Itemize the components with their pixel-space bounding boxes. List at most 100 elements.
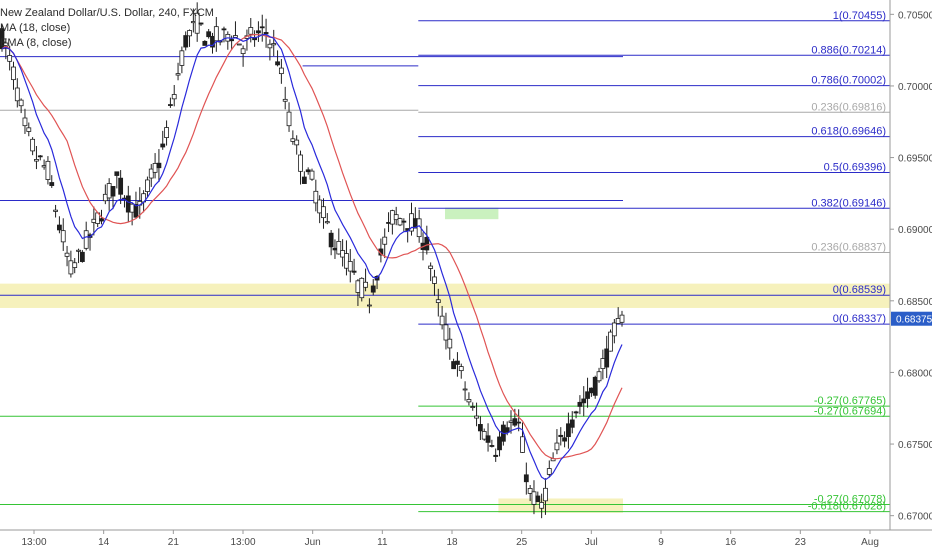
candle-body <box>432 276 437 284</box>
candle-body <box>233 35 238 38</box>
candle-body <box>546 468 552 475</box>
fib-label: 0.382(0.69146) <box>811 197 886 209</box>
x-tick-label: 14 <box>98 537 110 548</box>
zone-yellow <box>0 283 890 308</box>
candle-body <box>435 299 441 303</box>
candle-body <box>447 338 453 349</box>
candle-body <box>171 94 177 100</box>
fib-label: -0.27(0.67694) <box>814 405 886 417</box>
y-tick-label: 0.67000 <box>898 512 932 523</box>
x-tick-label: 23 <box>795 537 807 548</box>
price-chart[interactable]: 1.1(0.70667)0.382(0.70606)1(0.70455)0.88… <box>0 0 932 550</box>
candle-body <box>290 138 296 142</box>
candle-body <box>114 171 120 176</box>
chart-panel[interactable]: 1.1(0.70667)0.382(0.70606)1(0.70455)0.88… <box>0 0 932 550</box>
candle-body <box>53 209 58 212</box>
candle-body <box>512 418 518 426</box>
candle-body <box>309 170 315 180</box>
candle-body <box>569 419 575 428</box>
candle-body <box>562 437 567 442</box>
symbol-title: New Zealand Dollar/U.S. Dollar, 240, FXC… <box>0 7 214 19</box>
candle-body <box>539 502 545 509</box>
x-tick-label: 16 <box>725 537 737 548</box>
fib-label: 0(0.68337) <box>833 313 886 325</box>
y-tick-label: 0.68000 <box>898 368 932 379</box>
candle-body <box>585 391 590 399</box>
candle-body <box>41 165 47 168</box>
candle-body <box>30 138 36 152</box>
candle-body <box>401 220 407 223</box>
candle-body <box>458 366 464 372</box>
candle-body <box>363 281 368 288</box>
candle-body <box>91 218 97 223</box>
candle-body <box>79 251 85 262</box>
y-tick-label: 0.69000 <box>898 225 932 236</box>
candle-body <box>477 424 483 432</box>
candle-body <box>619 314 625 323</box>
candle-body <box>175 73 181 76</box>
candle-body <box>313 190 319 204</box>
candle-body <box>26 127 32 132</box>
fib-label: 0.886(0.70214) <box>811 44 886 56</box>
candle-body <box>543 487 548 502</box>
candle-body <box>508 420 514 423</box>
candle-body <box>332 247 338 251</box>
candle-body <box>455 360 460 365</box>
candle-body <box>64 252 70 257</box>
fib-label: 0(0.68539) <box>833 284 886 296</box>
candle-body <box>179 50 185 66</box>
candle-body <box>72 262 78 268</box>
y-tick-label: 0.70500 <box>898 10 932 21</box>
candle-body <box>615 318 621 324</box>
candle-body <box>600 358 606 369</box>
candle-body <box>367 304 372 307</box>
candle-body <box>263 32 269 35</box>
candle-body <box>294 139 300 146</box>
candle-body <box>485 435 491 443</box>
fib-label: 0.236(0.68837) <box>811 242 886 254</box>
candle-body <box>370 285 376 293</box>
candle-body <box>382 236 388 245</box>
candle-body <box>573 411 579 414</box>
candle-body <box>102 193 108 202</box>
candle-body <box>34 159 39 162</box>
candle-body <box>298 154 303 172</box>
candle-body <box>14 87 20 102</box>
candle-body <box>389 210 395 225</box>
candle-body <box>386 222 391 224</box>
candle-body <box>611 322 617 337</box>
candle-body <box>321 206 326 219</box>
candle-body <box>125 195 131 213</box>
candle-body <box>7 55 13 62</box>
candle-body <box>145 179 150 192</box>
candle-body <box>359 277 365 299</box>
candle-body <box>22 117 28 127</box>
fib-label: 0.618(0.69646) <box>811 126 886 138</box>
candle-body <box>167 104 173 106</box>
candle-body <box>451 361 457 370</box>
x-tick-label: 13:00 <box>230 537 255 548</box>
candle-body <box>428 265 434 269</box>
ma-line <box>1 33 623 460</box>
ema-line <box>1 33 623 481</box>
candle-body <box>110 186 116 197</box>
candle-body <box>160 143 166 148</box>
candle-body <box>604 348 610 368</box>
x-tick-label: 21 <box>168 537 180 548</box>
candle-body <box>275 61 280 66</box>
candle-body <box>317 199 323 214</box>
fib-label: 0.5(0.69396) <box>824 161 886 173</box>
candle-body <box>596 371 602 382</box>
candle-body <box>497 436 502 451</box>
candle-body <box>340 250 346 258</box>
candle-body <box>271 43 277 46</box>
zone-yellow <box>498 498 623 513</box>
candle-body <box>106 183 112 199</box>
candle-body <box>424 236 430 251</box>
x-tick-label: 25 <box>516 537 528 548</box>
candle-body <box>45 160 51 180</box>
x-tick-label: 9 <box>658 537 664 548</box>
candle-body <box>474 415 479 419</box>
candle-body <box>148 168 154 179</box>
candle-body <box>470 406 476 408</box>
